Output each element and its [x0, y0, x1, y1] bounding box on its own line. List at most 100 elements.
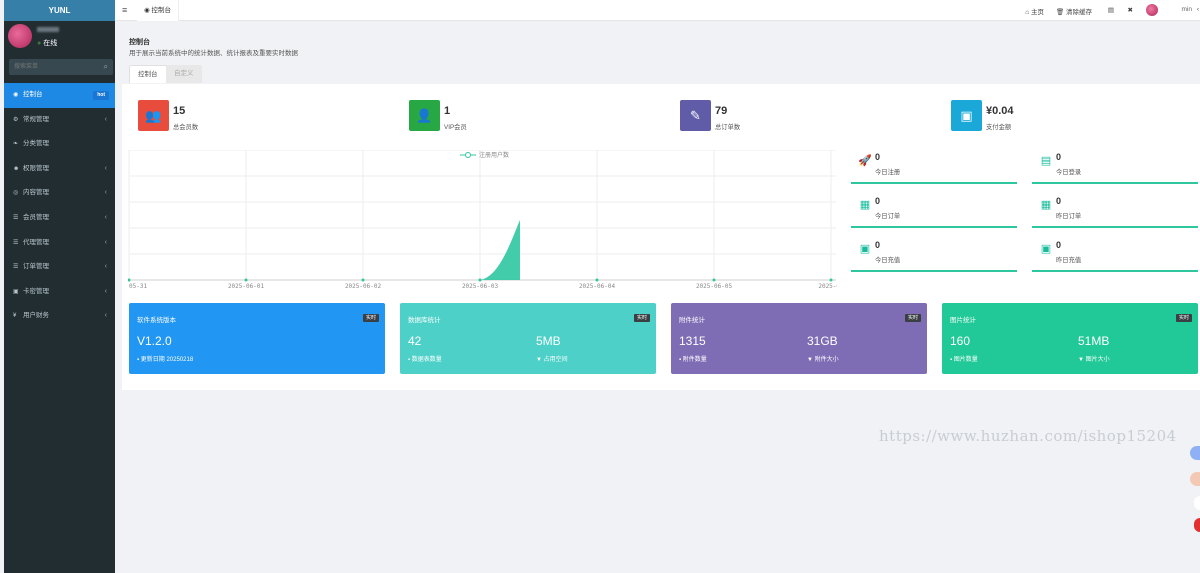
x-tick-label: 05-31: [129, 283, 147, 290]
card-title: 附件统计: [679, 317, 705, 324]
card-right-label: ▼ 图片大小: [1078, 354, 1110, 363]
sidebar-item-1[interactable]: ⚙ 常规管理 ‹: [4, 108, 115, 133]
mini-stat: ▣ 0 昨日充值: [1032, 238, 1198, 272]
dashboard-icon: ◉: [13, 92, 19, 98]
sidebar-item-2[interactable]: ❧ 分类管理: [4, 132, 115, 157]
menu-toggle-icon[interactable]: ≡: [122, 5, 127, 15]
group-icon: ☻: [13, 165, 20, 172]
sidebar-item-9[interactable]: ¥ 用户财务 ‹: [4, 304, 115, 329]
mini-stat: 🚀 0 今日注册: [851, 150, 1017, 184]
sidebar-item-8[interactable]: ▣ 卡密管理 ‹: [4, 280, 115, 305]
mini-stat-value: 0: [875, 196, 881, 206]
x-tick-label: 2025-06: [818, 283, 837, 290]
money-icon: ▣: [951, 100, 982, 131]
settings-icon[interactable]: ‹: [1197, 6, 1199, 13]
stat-box: 👥 15 总会员数: [138, 100, 338, 132]
x-tick-label: 2025-06-04: [579, 283, 616, 290]
tab-dashboard[interactable]: ◉ 控制台: [137, 0, 179, 21]
filter-icon: ▼: [1078, 357, 1086, 363]
sidebar-item-label: 代理管理: [23, 238, 49, 246]
watermark: https://www.huzhan.com/ishop15204: [879, 427, 1177, 445]
leaf-icon: ❧: [13, 141, 19, 148]
tab-label: 控制台: [151, 7, 171, 14]
data-point: [829, 278, 833, 282]
sidebar-item-5[interactable]: ☰ 会员管理 ‹: [4, 206, 115, 231]
realtime-badge: 实时: [1175, 314, 1192, 322]
card-right-value: 5MB: [536, 334, 561, 348]
mini-stat: ▤ 0 今日登录: [1032, 150, 1198, 184]
x-tick-label: 2025-06-05: [696, 283, 733, 290]
header-username[interactable]: min: [1182, 6, 1192, 13]
x-tick-label: 2025-06-02: [345, 283, 382, 290]
sidebar-item-0[interactable]: ◉ 控制台 hot: [4, 83, 115, 108]
users-icon: 👥: [138, 100, 169, 131]
stat-label: 总会员数: [173, 124, 199, 131]
stat-value: ¥0.04: [986, 105, 1014, 117]
content-header: 控制台 用于展示当前系统中的统计数据、统计报表及重要实时数据 控制台 自定义: [122, 28, 1200, 84]
sidebar-item-6[interactable]: ☰ 代理管理 ‹: [4, 231, 115, 256]
series-area: [129, 220, 520, 280]
clear-cache-link[interactable]: 🗑 清除缓存: [1056, 6, 1092, 16]
mini-stat: ▣ 0 今日充值: [851, 238, 1017, 272]
sidebar-item-label: 用户财务: [23, 312, 49, 320]
mini-stat-label: 今日登录: [1056, 169, 1082, 176]
sidebar-menu: ◉ 控制台 hot ⚙ 常规管理 ‹ ❧ 分类管理 ☻ 权限管理 ‹ ◎ 内容管理 ‹ ☰ 会员管理 ‹ ☰ 代理管…: [4, 83, 115, 329]
list-icon: ☰: [13, 264, 19, 271]
legend-label: 注册用户数: [479, 151, 509, 159]
calendar-icon: ▦: [1040, 199, 1052, 211]
stat-box: 👤 1 VIP会员: [409, 100, 609, 132]
sidebar-item-4[interactable]: ◎ 内容管理 ‹: [4, 181, 115, 206]
card-title: 数据库统计: [408, 317, 441, 324]
fullscreen-icon[interactable]: ✖: [1128, 6, 1133, 14]
dashboard-panel: 👥 15 总会员数 👤 1 VIP会员 ✎ 79 总订单数 ▣ ¥0.04 支付金额 05-31 202…: [122, 84, 1200, 390]
menu-search-input[interactable]: [9, 59, 95, 75]
mini-stat-value: 0: [1056, 152, 1062, 162]
filter-icon: ▼: [807, 357, 815, 363]
card-right-label: ▼ 占用空间: [536, 354, 568, 363]
float-note-button[interactable]: [1194, 496, 1200, 510]
stat-value: 1: [444, 105, 451, 117]
float-red-button[interactable]: [1194, 518, 1200, 532]
sidebar: YUNL ●在线 ⌕ ◉ 控制台 hot ⚙ 常规管理 ‹ ❧ 分类管理 ☻权限管理 ‹ ◎ 内容管理…: [4, 0, 115, 573]
card-left-label-text: 数据表数量: [411, 357, 442, 363]
card-left-value: 1315: [679, 334, 706, 348]
list-icon: ☰: [13, 239, 19, 246]
stat-box: ▣ ¥0.04 支付金额: [951, 100, 1151, 132]
card-right-label-text: 图片大小: [1085, 357, 1110, 363]
hot-badge: hot: [93, 91, 109, 100]
image-icon: ▣: [13, 288, 19, 295]
float-service-button[interactable]: [1190, 446, 1200, 460]
user-status: ● 在线: [37, 38, 57, 48]
search-icon[interactable]: ⌕: [104, 62, 108, 72]
sidebar-item-3[interactable]: ☻ 权限管理 ‹: [4, 157, 115, 182]
header-avatar[interactable]: [1146, 4, 1158, 16]
stat-card: 图片统计 实时 160 ▪ 图片数量 51MB ▼ 图片大小: [942, 303, 1198, 374]
chevron-left-icon: ‹: [104, 164, 107, 172]
card-left-label-text: 附件数量: [682, 357, 707, 363]
sidebar-item-7[interactable]: ☰ 订单管理 ‹: [4, 255, 115, 280]
avatar[interactable]: [8, 24, 32, 48]
stat-card: 软件系统版本 实时 V1.2.0 ▪ 更新日期 20250218: [129, 303, 385, 374]
logo[interactable]: YUNL: [4, 0, 115, 21]
status-text: 在线: [43, 40, 58, 47]
calendar-plus-icon: ▦: [859, 199, 871, 211]
online-dot-icon: ●: [37, 40, 42, 47]
home-link[interactable]: ⌂ 主页: [1025, 6, 1044, 16]
realtime-badge: 实时: [904, 314, 921, 322]
home-label: 主页: [1031, 9, 1044, 16]
tab-dashboard-content[interactable]: 控制台: [129, 65, 167, 83]
float-avatar-button[interactable]: [1190, 472, 1200, 486]
card-right-value: 31GB: [807, 334, 838, 348]
username-text: min: [1181, 6, 1192, 13]
stat-value: 15: [173, 105, 186, 117]
tab-custom[interactable]: 自定义: [166, 65, 202, 83]
mini-stat: ▦ 0 今日订单: [851, 194, 1017, 228]
mini-stat-label: 今日订单: [875, 213, 901, 220]
sidebar-item-label: 会员管理: [23, 213, 49, 221]
mini-stat-value: 0: [875, 152, 881, 162]
translate-icon[interactable]: ▤: [1108, 6, 1114, 14]
legend-marker: [465, 152, 471, 158]
magic-icon: ✎: [680, 100, 711, 131]
sidebar-item-label: 订单管理: [23, 263, 49, 271]
stat-label: 总订单数: [715, 124, 741, 131]
